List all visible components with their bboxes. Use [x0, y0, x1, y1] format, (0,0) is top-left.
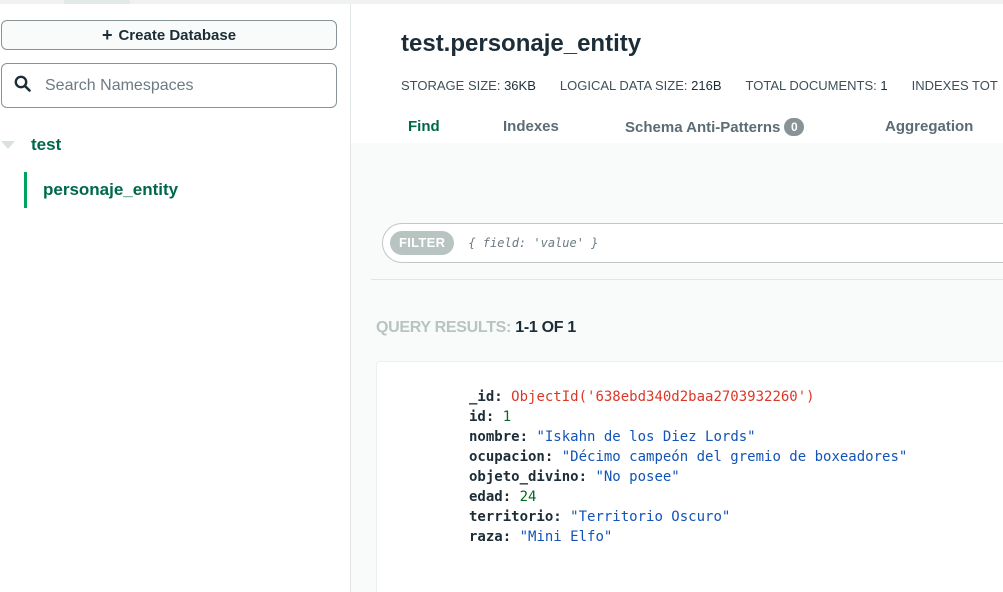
collection-tabs: Find Indexes Schema Anti-Patterns 0 Aggre…	[351, 114, 1003, 144]
field-key: territorio:	[469, 509, 562, 525]
field-key: ocupacion:	[469, 449, 554, 465]
document-field: territorio: "Territorio Oscuro"	[469, 507, 907, 527]
search-icon	[14, 75, 31, 97]
document-field: id: 1	[469, 407, 907, 427]
document-field: _id: ObjectId('638ebd340d2baa2703932260'…	[469, 387, 907, 407]
field-key: nombre:	[469, 429, 529, 445]
field-key: objeto_divino:	[469, 469, 588, 485]
field-value: "Décimo campeón del gremio de boxeadores…	[561, 449, 908, 465]
sidebar-database-test[interactable]: test	[0, 132, 61, 158]
page-title: test.personaje_entity	[401, 30, 642, 57]
stat-value: 1	[880, 78, 888, 93]
field-key: edad:	[469, 489, 512, 505]
count-badge: 0	[784, 118, 805, 136]
filter-bar[interactable]: FILTER	[382, 223, 1003, 263]
stat-label: INDEXES TOT	[911, 78, 998, 93]
query-results-summary: QUERY RESULTS: 1-1 OF 1	[376, 319, 576, 337]
field-value: "Territorio Oscuro"	[570, 509, 731, 525]
tab-indexes[interactable]: Indexes	[503, 118, 559, 135]
tab-label: Schema Anti-Patterns	[625, 118, 781, 136]
document-card[interactable]: _id: ObjectId('638ebd340d2baa2703932260'…	[376, 361, 1003, 592]
document-field: edad: 24	[469, 487, 907, 507]
field-key: raza:	[469, 529, 512, 545]
stat-indexes-total: INDEXES TOT	[912, 78, 998, 93]
stat-label: STORAGE SIZE:	[401, 78, 501, 93]
sidebar-collection-personaje-entity[interactable]: personaje_entity	[24, 172, 178, 208]
caret-down-icon[interactable]	[1, 141, 15, 149]
stat-label: TOTAL DOCUMENTS:	[745, 78, 877, 93]
field-value: 24	[519, 489, 537, 505]
document-fields: _id: ObjectId('638ebd340d2baa2703932260'…	[469, 387, 907, 547]
field-value: "Iskahn de los Diez Lords"	[536, 429, 756, 445]
divider	[371, 279, 1003, 280]
plus-icon: +	[101, 25, 113, 45]
field-value: "No posee"	[595, 469, 680, 485]
field-value: "Mini Elfo"	[519, 529, 613, 545]
field-value: ObjectId('638ebd340d2baa2703932260')	[511, 389, 815, 405]
create-database-label: Create Database	[118, 26, 237, 44]
stat-total-documents: TOTAL DOCUMENTS: 1	[746, 78, 888, 93]
sidebar: + Create Database test personaje_entity	[0, 4, 351, 592]
database-name[interactable]: test	[31, 135, 61, 155]
stat-value: 36KB	[504, 78, 536, 93]
document-field: raza: "Mini Elfo"	[469, 527, 907, 547]
tab-label: Aggregation	[885, 118, 974, 135]
tab-schema-anti-patterns[interactable]: Schema Anti-Patterns 0	[625, 118, 805, 136]
filter-label: FILTER	[390, 231, 455, 255]
field-key: id:	[469, 409, 495, 425]
tab-aggregation[interactable]: Aggregation	[885, 118, 973, 135]
stat-storage-size: STORAGE SIZE: 36KB	[401, 78, 536, 93]
collection-stats: STORAGE SIZE: 36KB LOGICAL DATA SIZE: 21…	[401, 78, 1003, 93]
query-results-label: QUERY RESULTS:	[376, 319, 512, 336]
tab-label: Indexes	[503, 118, 559, 135]
collection-name[interactable]: personaje_entity	[43, 180, 178, 200]
field-value: 1	[502, 409, 512, 425]
document-field: nombre: "Iskahn de los Diez Lords"	[469, 427, 907, 447]
tab-label: Find	[408, 118, 440, 135]
create-database-button[interactable]: + Create Database	[1, 20, 337, 50]
stat-value: 216B	[691, 78, 722, 93]
stat-logical-data-size: LOGICAL DATA SIZE: 216B	[560, 78, 722, 93]
query-results-range: 1-1 OF 1	[515, 319, 576, 336]
search-input[interactable]	[43, 75, 317, 96]
document-field: objeto_divino: "No posee"	[469, 467, 907, 487]
tab-find[interactable]: Find	[408, 118, 440, 135]
main-panel: test.personaje_entity STORAGE SIZE: 36KB…	[351, 4, 1003, 592]
document-field: ocupacion: "Décimo campeón del gremio de…	[469, 447, 907, 467]
filter-input[interactable]	[466, 235, 871, 251]
field-key: _id:	[469, 389, 503, 405]
stat-label: LOGICAL DATA SIZE:	[559, 78, 688, 93]
search-namespaces[interactable]	[1, 63, 337, 108]
